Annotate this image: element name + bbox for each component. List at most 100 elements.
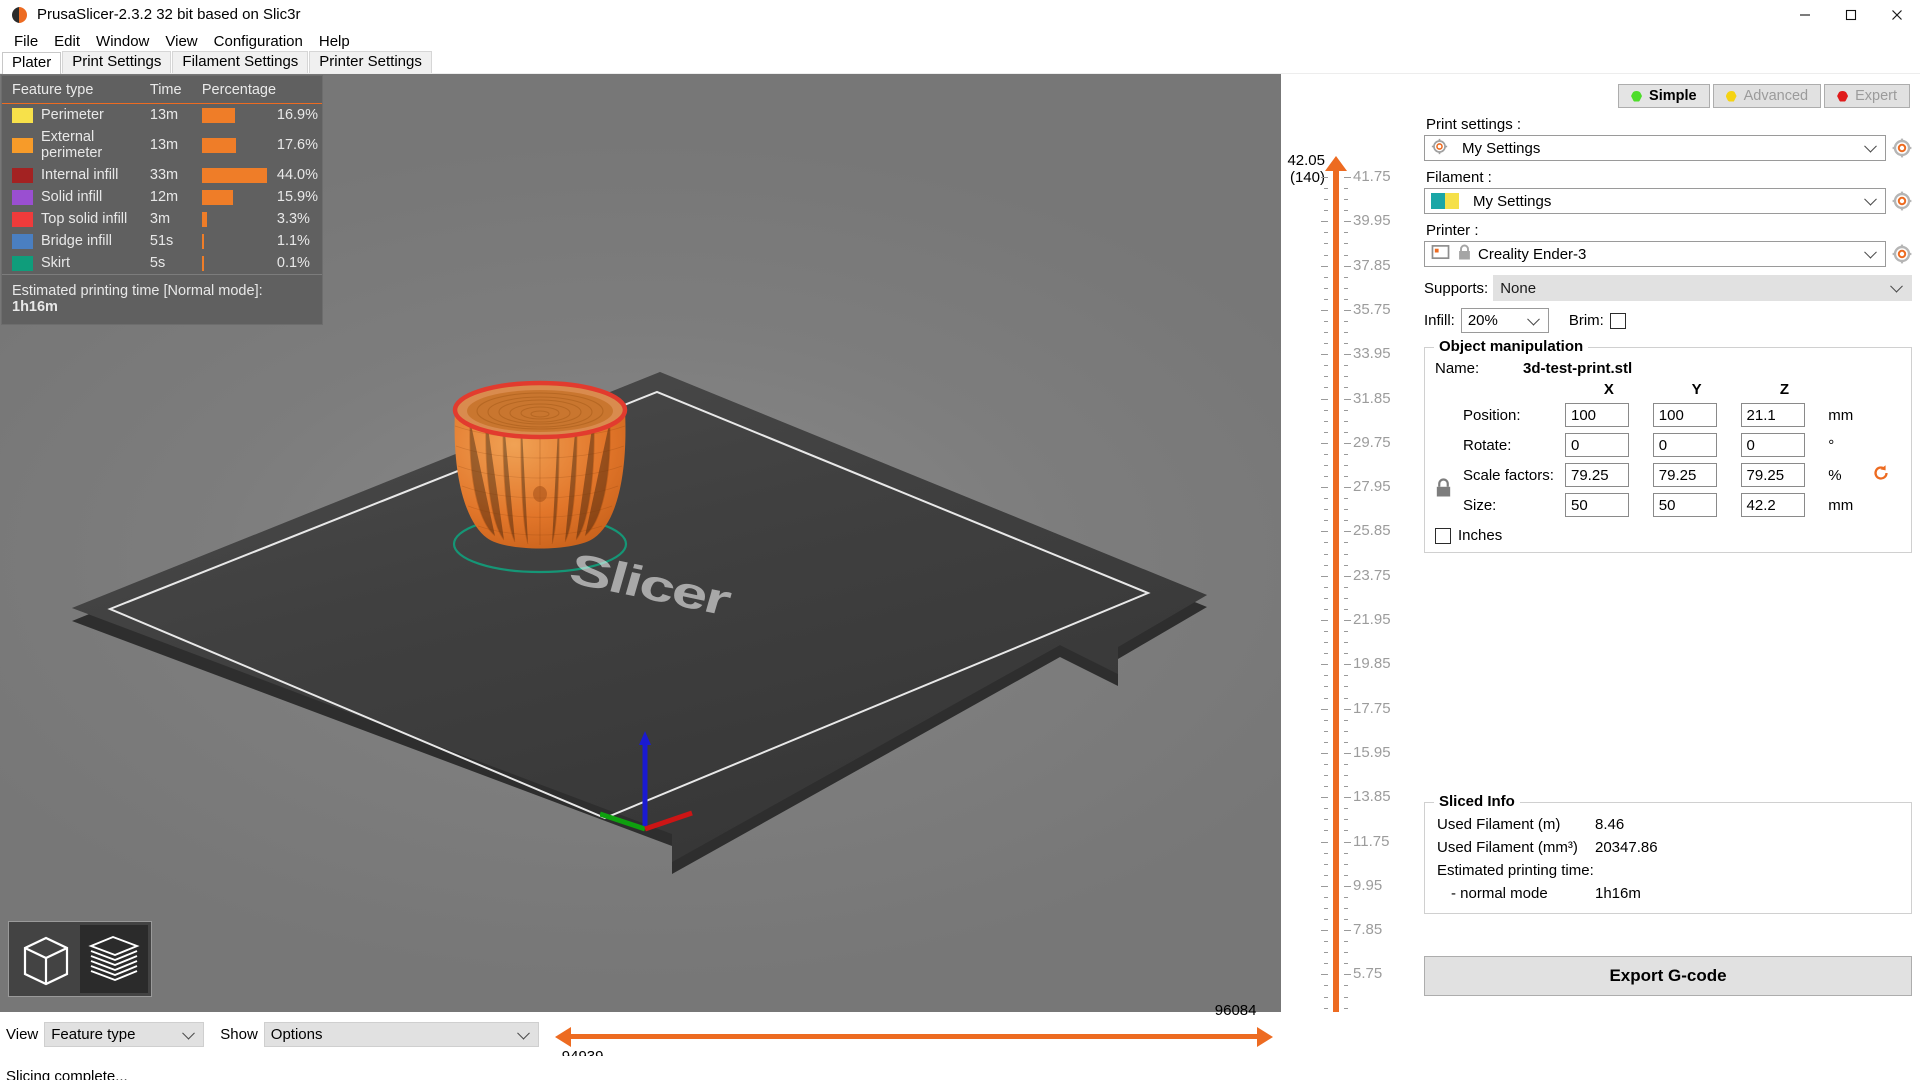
- legend-header-percentage: Percentage: [197, 76, 322, 104]
- legend-feature-percentage: 17.6%: [276, 137, 318, 153]
- maximize-button[interactable]: [1828, 0, 1874, 30]
- layer-slider-tick: 23.75: [1281, 567, 1416, 584]
- object-position-x-input[interactable]: 100: [1565, 403, 1629, 427]
- object-scalefactors-x-input[interactable]: 79.25: [1565, 463, 1629, 487]
- object-row-unit: mm: [1828, 496, 1854, 514]
- minimize-button[interactable]: [1782, 0, 1828, 30]
- legend-table: Feature type Time Percentage Perimeter 13…: [2, 76, 322, 274]
- preview-layers-view-icon[interactable]: [80, 925, 148, 993]
- export-gcode-button[interactable]: Export G-code: [1424, 956, 1912, 996]
- chevron-down-icon: [1864, 139, 1877, 153]
- tab-filament-settings[interactable]: Filament Settings: [172, 51, 309, 73]
- show-select[interactable]: Options: [263, 1022, 539, 1047]
- view-select[interactable]: Feature type: [44, 1022, 205, 1047]
- mode-selector: Simple Advanced Expert: [1424, 74, 1912, 108]
- moves-slider-right-handle[interactable]: [1256, 1026, 1273, 1047]
- layer-slider-tick-label: 29.75: [1353, 433, 1391, 451]
- 3d-editor-view-icon[interactable]: [12, 925, 80, 993]
- legend-color-swatch: [2, 104, 37, 127]
- legend-feature-time: 3m: [149, 211, 171, 227]
- sliced-info-key: Used Filament (m): [1437, 816, 1561, 833]
- menu-edit[interactable]: Edit: [46, 31, 88, 52]
- close-button[interactable]: [1874, 0, 1920, 30]
- layer-slider-tick: 21.95: [1281, 611, 1416, 628]
- object-row-z-cell: 21.1: [1740, 400, 1829, 430]
- layer-slider[interactable]: 42.05 (140) 41.75 39.95 37.85 35.75 33.95 31.…: [1281, 74, 1416, 1080]
- reset-rotation-icon[interactable]: [1863, 460, 1901, 490]
- legend-feature-percentage: 3.3%: [276, 211, 310, 227]
- layer-slider-minor-tick: [1281, 453, 1416, 455]
- layer-slider-tick: 29.75: [1281, 434, 1416, 451]
- moves-slider[interactable]: 94939 96084: [554, 1002, 1275, 1065]
- layer-slider-minor-tick: [1281, 775, 1416, 777]
- menu-view[interactable]: View: [157, 31, 205, 52]
- object-row-x-cell: 0: [1565, 430, 1653, 460]
- uniform-scale-lock-icon[interactable]: [1435, 460, 1453, 520]
- layer-slider-minor-tick: [1281, 642, 1416, 644]
- menu-file[interactable]: File: [6, 31, 46, 52]
- layer-slider-ticks: 41.75 39.95 37.85 35.75 33.95 31.85 29.75 27.95…: [1281, 168, 1416, 1079]
- object-position-y-input[interactable]: 100: [1652, 403, 1717, 427]
- layer-slider-minor-tick: [1281, 719, 1416, 721]
- menu-help[interactable]: Help: [311, 31, 358, 52]
- status-bar: Slicing complete...: [0, 1056, 1920, 1080]
- moves-slider-left-handle[interactable]: [554, 1026, 571, 1047]
- legend-feature-time: 5s: [149, 255, 166, 271]
- print-settings-select[interactable]: My Settings: [1424, 135, 1886, 161]
- tab-print-settings[interactable]: Print Settings: [62, 51, 172, 73]
- object-rotate-z-input[interactable]: 0: [1740, 433, 1805, 457]
- print-settings-value: My Settings: [1462, 139, 1541, 157]
- printer-edit-gear-icon[interactable]: [1892, 244, 1912, 264]
- brim-checkbox[interactable]: [1609, 312, 1626, 329]
- object-scalefactors-y-input[interactable]: 79.25: [1652, 463, 1717, 487]
- axis-x-header: X: [1603, 381, 1614, 398]
- object-rotate-y-input[interactable]: 0: [1652, 433, 1717, 457]
- object-row-label: Position:: [1463, 406, 1521, 424]
- object-scalefactors-z-input[interactable]: 79.25: [1740, 463, 1805, 487]
- print-settings-edit-gear-icon[interactable]: [1892, 138, 1912, 158]
- mode-advanced-button[interactable]: Advanced: [1712, 84, 1822, 108]
- object-row-z-cell: 0: [1740, 430, 1829, 460]
- object-name-label: Name:: [1435, 360, 1480, 377]
- object-manipulation-row: Scale factors: 79.25 79.25 79.25%: [1435, 460, 1901, 497]
- moves-slider-track[interactable]: [570, 1033, 1261, 1039]
- tab-printer-settings[interactable]: Printer Settings: [309, 51, 432, 73]
- layer-slider-tick-label: 11.75: [1353, 832, 1390, 850]
- layer-slider-minor-tick: [1281, 276, 1416, 278]
- layer-slider-minor-tick: [1281, 586, 1416, 588]
- sliced-info-key: Used Filament (mm³): [1437, 839, 1578, 856]
- legend-row: Internal infill 33m 44.0%: [2, 164, 322, 186]
- layer-slider-minor-tick: [1281, 996, 1416, 998]
- 3d-viewport[interactable]: Slicer Feature type Time Percentage Peri…: [0, 74, 1281, 1012]
- printer-select[interactable]: Creality Ender-3: [1424, 241, 1886, 267]
- layer-slider-minor-tick: [1281, 963, 1416, 965]
- sliced-info-title: Sliced Info: [1434, 793, 1520, 810]
- supports-select[interactable]: None: [1493, 275, 1912, 301]
- layer-slider-tick: 31.85: [1281, 390, 1416, 407]
- inches-row: Inches: [1435, 527, 1901, 544]
- print-settings-label: Print settings :: [1426, 116, 1522, 133]
- object-size-x-input[interactable]: 50: [1565, 493, 1629, 517]
- menu-configuration[interactable]: Configuration: [206, 31, 311, 52]
- object-size-z-input[interactable]: 42.2: [1740, 493, 1805, 517]
- legend-feature-name: Skirt: [41, 255, 70, 271]
- object-size-y-input[interactable]: 50: [1652, 493, 1717, 517]
- filament-select[interactable]: My Settings: [1424, 188, 1886, 214]
- mode-simple-button[interactable]: Simple: [1618, 84, 1710, 108]
- filament-edit-gear-icon[interactable]: [1892, 191, 1912, 211]
- inches-checkbox[interactable]: [1435, 527, 1451, 544]
- legend-color-swatch: [2, 186, 37, 208]
- legend-row: External perimeter 13m 17.6%: [2, 126, 322, 164]
- mode-expert-button[interactable]: Expert: [1824, 84, 1910, 108]
- tab-plater[interactable]: Plater: [2, 52, 62, 74]
- axes-indicator: [600, 731, 693, 832]
- view-label: View: [6, 1026, 39, 1043]
- mode-simple-dot-icon: [1631, 90, 1643, 102]
- object-rotate-x-input[interactable]: 0: [1565, 433, 1629, 457]
- object-position-z-input[interactable]: 21.1: [1740, 403, 1805, 427]
- show-value: Options: [270, 1026, 323, 1043]
- legend-feature-time: 13m: [149, 137, 179, 153]
- layer-slider-tick-label: 13.85: [1353, 788, 1391, 806]
- infill-select[interactable]: 20%: [1460, 308, 1549, 333]
- menu-window[interactable]: Window: [88, 31, 157, 52]
